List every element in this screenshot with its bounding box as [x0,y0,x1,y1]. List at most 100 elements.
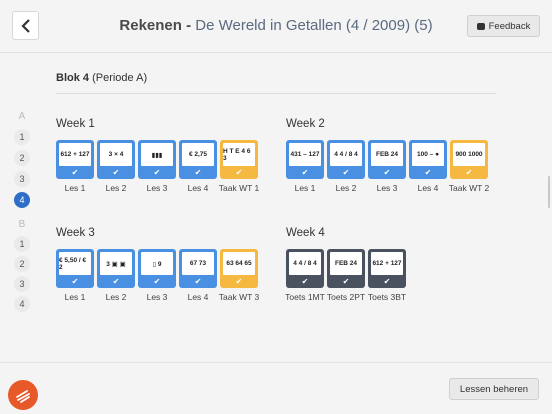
lesson-tile-card[interactable]: 3 ▣ ▣ ✔ [97,249,135,288]
week-title: Week 1 [56,118,95,130]
measure-icon: ▯ 9 [141,252,173,275]
lesson-tile[interactable]: FEB 24 ✔ Les 3 [368,140,406,193]
tile-label: Les 2 [105,183,127,193]
money-icon: € 2,75 [182,143,214,166]
check-icon: ✔ [112,277,120,286]
lesson-tile[interactable]: 612 + 127 ✔ Les 1 [56,140,94,193]
page-title-subject: Rekenen - [119,17,196,34]
lesson-tile[interactable]: 431 – 127 ✔ Les 1 [286,140,324,193]
logo-stripes-icon [16,390,30,403]
calendar-icon: FEB 24 [330,252,362,275]
side-nav-a-4[interactable]: 4 [14,192,30,208]
test-tile[interactable]: 612 + 127 ✔ Toets 3BT [368,249,406,302]
lesson-tile[interactable]: 3 ▣ ▣ ✔ Les 2 [97,249,135,302]
check-icon: ✔ [153,168,161,177]
block-name: Blok 4 [56,72,90,84]
addition-icon: 612 + 127 [371,252,403,275]
feedback-button[interactable]: Feedback [467,15,540,37]
feedback-label: Feedback [488,20,531,32]
tile-label: Toets 2PT [326,292,366,302]
lesson-tile[interactable]: ▯ 9 ✔ Les 3 [138,249,176,302]
task-tile-card[interactable]: H T E 4 6 3 ✔ [220,140,258,179]
tile-label: Les 4 [187,292,209,302]
lesson-tile-card[interactable]: ▮▮▮ ✔ [138,140,176,179]
lesson-tile-card[interactable]: 612 + 127 ✔ [56,140,94,179]
lesson-tile[interactable]: 67 73 ✔ Les 4 [179,249,217,302]
tile-label: Les 2 [105,292,127,302]
tile-label: Les 1 [64,292,86,302]
check-icon: ✔ [424,168,432,177]
check-icon: ✔ [301,168,309,177]
side-nav-b-2[interactable]: 2 [14,256,30,272]
number-line-icon: 67 73 [182,252,214,275]
tile-label: Taak WT 2 [448,183,490,193]
check-icon: ✔ [235,168,243,177]
lesson-tile[interactable]: 100 – ● ✔ Les 4 [409,140,447,193]
week-title: Week 2 [286,118,325,130]
lesson-tile-card[interactable]: 431 – 127 ✔ [286,140,324,179]
lesson-tile[interactable]: € 2,75 ✔ Les 4 [179,140,217,193]
test-tile-card[interactable]: 612 + 127 ✔ [368,249,406,288]
tile-label: Les 4 [417,183,439,193]
lesson-tile[interactable]: € 5,50 / € 2 ✔ Les 1 [56,249,94,302]
multiplication-icon: 3 × 4 [100,143,132,166]
app-logo[interactable] [8,380,38,410]
check-icon: ✔ [383,277,391,286]
side-nav-a-3[interactable]: 3 [14,171,30,187]
task-tile[interactable]: 900 1000 ✔ Taak WT 2 [448,140,490,193]
lesson-tile-card[interactable]: FEB 24 ✔ [368,140,406,179]
task-tile-card[interactable]: 900 1000 ✔ [450,140,488,179]
lesson-tile[interactable]: 4 4 / 8 4 ✔ Les 2 [327,140,365,193]
lesson-tile-card[interactable]: 100 – ● ✔ [409,140,447,179]
tile-label: Taak WT 3 [218,292,260,302]
side-nav-a-1[interactable]: 1 [14,129,30,145]
task-tile-card[interactable]: 63 64 65 ✔ [220,249,258,288]
week-3: Week 3 € 5,50 / € 2 ✔ Les 1 3 ▣ ▣ ✔ Les 2 … [56,227,259,302]
side-nav-a-2[interactable]: 2 [14,150,30,166]
check-icon: ✔ [71,277,79,286]
lesson-tile[interactable]: ▮▮▮ ✔ Les 3 [138,140,176,193]
lesson-tile-card[interactable]: 67 73 ✔ [179,249,217,288]
lesson-tile[interactable]: 3 × 4 ✔ Les 2 [97,140,135,193]
tile-label: Les 1 [294,183,316,193]
place-value-icon: H T E 4 6 3 [223,143,255,166]
check-icon: ✔ [301,277,309,286]
week-1: Week 1 612 + 127 ✔ Les 1 3 × 4 ✔ Les 2 ▮▮▮… [56,118,259,193]
tile-label: Taak WT 1 [218,183,260,193]
check-icon: ✔ [112,168,120,177]
check-icon: ✔ [465,168,473,177]
task-tile[interactable]: H T E 4 6 3 ✔ Taak WT 1 [218,140,260,193]
lesson-tile-card[interactable]: 4 4 / 8 4 ✔ [327,140,365,179]
test-tile-card[interactable]: 4 4 / 8 4 ✔ [286,249,324,288]
side-nav-b-3[interactable]: 3 [14,276,30,292]
tile-label: Les 3 [376,183,398,193]
jump-line-icon: 900 1000 [453,143,485,166]
task-tile[interactable]: 63 64 65 ✔ Taak WT 3 [218,249,260,302]
tile-label: Toets 1MT [285,292,325,302]
tile-label: Les 1 [64,183,86,193]
check-icon: ✔ [235,277,243,286]
manage-lessons-button[interactable]: Lessen beheren [449,378,539,400]
test-tile[interactable]: 4 4 / 8 4 ✔ Toets 1MT [285,249,325,302]
bar-graph-icon: ▮▮▮ [141,143,173,166]
page-title-method: De Wereld in Getallen (4 / 2009) (5) [195,17,433,34]
side-nav-b-4[interactable]: 4 [14,296,30,312]
block-title: Blok 4 (Periode A) [56,72,147,84]
footer-divider [0,362,552,363]
check-icon: ✔ [383,168,391,177]
check-icon: ✔ [194,168,202,177]
test-tile[interactable]: FEB 24 ✔ Toets 2PT [327,249,365,302]
week-title: Week 3 [56,227,95,239]
lesson-tile-card[interactable]: ▯ 9 ✔ [138,249,176,288]
number-sequence-icon: 63 64 65 [223,252,255,275]
subtraction-icon: 431 – 127 [289,143,321,166]
test-tile-card[interactable]: FEB 24 ✔ [327,249,365,288]
calendar-icon: FEB 24 [371,143,403,166]
lesson-tile-card[interactable]: € 5,50 / € 2 ✔ [56,249,94,288]
side-nav-b-1[interactable]: 1 [14,236,30,252]
side-nav: A 1 2 3 4 B 1 2 3 4 [12,110,32,312]
scrollbar[interactable] [548,176,550,208]
lesson-tile-card[interactable]: 3 × 4 ✔ [97,140,135,179]
tile-label: Les 3 [146,292,168,302]
lesson-tile-card[interactable]: € 2,75 ✔ [179,140,217,179]
